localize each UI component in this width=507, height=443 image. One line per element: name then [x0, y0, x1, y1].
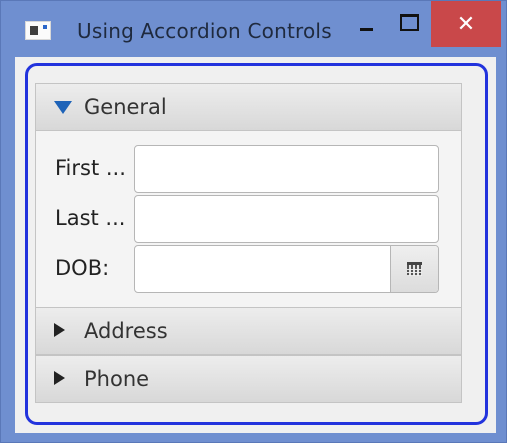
- pane-title-general: General: [84, 95, 167, 119]
- last-name-field[interactable]: [134, 195, 439, 243]
- first-name-label: First ...: [55, 156, 126, 180]
- collapsed-arrow-icon: [54, 371, 65, 385]
- close-button[interactable]: ✕: [431, 1, 501, 47]
- expanded-arrow-icon: [54, 101, 72, 114]
- pane-title-address: Address: [84, 319, 168, 343]
- pane-header-phone[interactable]: Phone: [35, 355, 462, 403]
- dob-label: DOB:: [55, 256, 110, 280]
- dob-date-picker: [134, 245, 439, 293]
- app-icon-bar: [30, 26, 38, 35]
- pane-header-address[interactable]: Address: [35, 307, 462, 355]
- pane-title-phone: Phone: [84, 367, 150, 391]
- window-content: General First ... Last ... DOB: Address …: [15, 57, 496, 433]
- dob-field[interactable]: [135, 246, 390, 292]
- calendar-button[interactable]: [390, 246, 438, 292]
- calendar-icon: [407, 262, 422, 276]
- collapsed-arrow-icon: [54, 323, 65, 337]
- window-title: Using Accordion Controls: [77, 19, 332, 43]
- app-icon-dot: [43, 25, 47, 29]
- last-name-label: Last ...: [55, 206, 126, 230]
- app-window: Using Accordion Controls ✕ General First…: [0, 0, 507, 443]
- accordion: General First ... Last ... DOB: Address …: [35, 83, 462, 403]
- app-icon: [25, 21, 51, 40]
- form-row-dob: DOB:: [36, 245, 461, 293]
- form-row-last-name: Last ...: [36, 195, 461, 243]
- form-row-first-name: First ...: [36, 145, 461, 193]
- close-icon: ✕: [456, 11, 476, 37]
- pane-header-general[interactable]: General: [35, 83, 462, 131]
- minimize-button[interactable]: [347, 1, 385, 47]
- first-name-field[interactable]: [134, 145, 439, 193]
- title-bar[interactable]: Using Accordion Controls ✕: [1, 1, 506, 55]
- maximize-button[interactable]: [388, 1, 426, 47]
- pane-content-general: First ... Last ... DOB:: [35, 131, 462, 307]
